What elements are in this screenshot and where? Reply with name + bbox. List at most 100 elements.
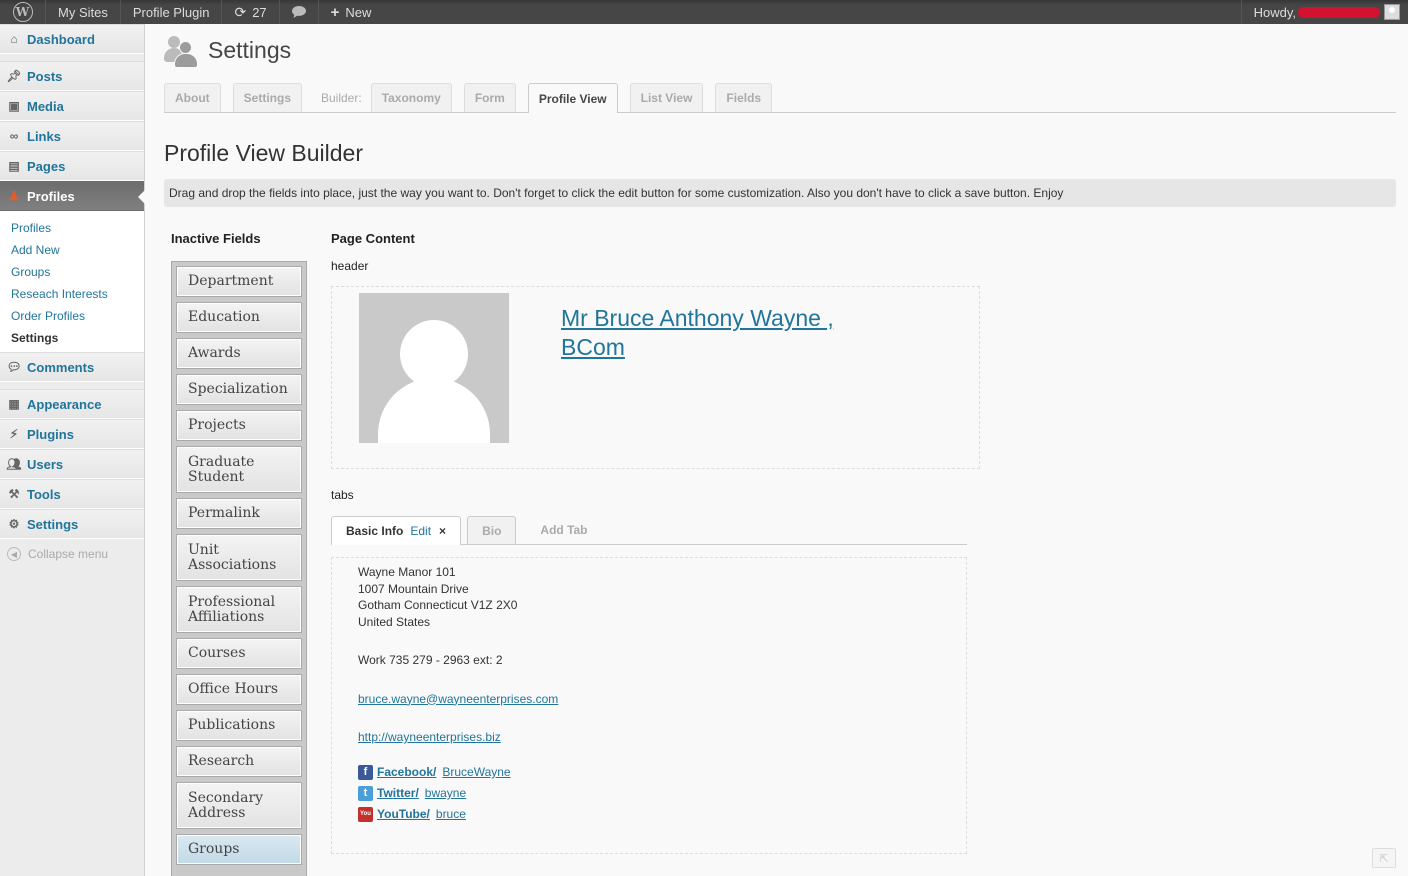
- comments-menu[interactable]: [280, 0, 319, 24]
- settings-icon: ⚙︎: [8, 517, 20, 531]
- draggable-field-awards[interactable]: Awards: [177, 339, 301, 368]
- draggable-field-permalink[interactable]: Permalink: [177, 499, 301, 528]
- menu-pages[interactable]: ▤ Pages: [0, 151, 144, 181]
- draggable-field-specialization[interactable]: Specialization: [177, 375, 301, 404]
- new-label: New: [345, 4, 372, 20]
- collapse-menu-button[interactable]: ◀ Collapse menu: [0, 539, 144, 569]
- link-icon: ∞: [9, 129, 19, 143]
- menu-posts[interactable]: 📌︎ Posts: [0, 61, 144, 91]
- twitter-link[interactable]: Twitter/: [377, 786, 419, 800]
- submenu-add-new[interactable]: Add New: [0, 239, 144, 261]
- menu-dashboard[interactable]: ⌂ Dashboard: [0, 24, 144, 54]
- website-link[interactable]: http://wayneenterprises.biz: [358, 730, 501, 744]
- collapse-arrow-icon: ◀: [7, 547, 21, 561]
- profile-person-icon: ♟: [8, 189, 20, 203]
- draggable-field-courses[interactable]: Courses: [177, 639, 301, 668]
- submenu-groups[interactable]: Groups: [0, 261, 144, 283]
- redacted-username: [1298, 6, 1380, 18]
- wordpress-icon: W: [12, 2, 33, 22]
- menu-links[interactable]: ∞ Links: [0, 121, 144, 151]
- updates-menu[interactable]: ⟳ 27: [222, 0, 280, 24]
- youtube-icon: You: [358, 806, 373, 822]
- site-name-menu[interactable]: Profile Plugin: [121, 0, 223, 24]
- menu-comments[interactable]: 💬︎ Comments: [0, 352, 144, 382]
- draggable-field-office-hours[interactable]: Office Hours: [177, 675, 301, 704]
- address-line: 1007 Mountain Drive: [358, 581, 469, 596]
- youtube-username-link[interactable]: bruce: [436, 807, 466, 821]
- facebook-username-link[interactable]: BruceWayne: [442, 765, 510, 779]
- tab-settings[interactable]: Settings: [232, 83, 302, 112]
- header-drop-area[interactable]: Mr Bruce Anthony Wayne , BCom: [331, 286, 980, 469]
- twitter-username-link[interactable]: bwayne: [425, 786, 466, 800]
- submenu-profiles[interactable]: Profiles: [0, 217, 144, 239]
- submenu-settings[interactable]: Settings: [0, 327, 144, 349]
- draggable-field-projects[interactable]: Projects: [177, 411, 301, 440]
- media-icon: ▣: [8, 99, 20, 113]
- profile-tab-bio[interactable]: Bio: [467, 516, 517, 544]
- menu-plugins[interactable]: ⚡︎ Plugins: [0, 419, 144, 449]
- pages-icon: ▤: [8, 159, 20, 173]
- menu-appearance[interactable]: ▦ Appearance: [0, 389, 144, 419]
- close-icon[interactable]: ×: [439, 524, 446, 538]
- tab-form[interactable]: Form: [463, 83, 516, 112]
- comment-bubble-icon: [291, 6, 306, 18]
- draggable-field-secondary-address[interactable]: Secondary Address: [177, 783, 301, 828]
- comment-icon: 💬︎: [6, 360, 22, 374]
- basic-info-drop-area[interactable]: Wayne Manor 101 1007 Mountain Drive Goth…: [331, 557, 967, 854]
- plugin-icon: ⚡︎: [9, 427, 19, 441]
- new-content-menu[interactable]: + New: [319, 0, 384, 24]
- howdy-text: Howdy,: [1253, 4, 1296, 20]
- main-content: Settings About Settings Builder: Taxonom…: [164, 24, 1396, 876]
- inactive-fields-list: Department Education Awards Specializati…: [171, 261, 307, 876]
- my-sites-menu[interactable]: My Sites: [46, 0, 121, 24]
- address-line: Gotham Connecticut V1Z 2X0: [358, 598, 518, 612]
- tab-profile-view[interactable]: Profile View: [527, 83, 618, 113]
- twitter-entry: t Twitter/ bwayne: [358, 783, 940, 804]
- draggable-field-professional-affiliations[interactable]: Professional Affiliations: [177, 587, 301, 632]
- tools-icon: ⚒︎: [8, 487, 20, 501]
- draggable-field-groups[interactable]: Groups: [177, 835, 301, 864]
- submenu-research-interests[interactable]: Reseach Interests: [0, 283, 144, 305]
- profile-tab-basic-info[interactable]: Basic Info Edit ×: [331, 516, 462, 545]
- profile-name-link[interactable]: Mr Bruce Anthony Wayne , BCom: [561, 304, 871, 362]
- email-link[interactable]: bruce.wayne@wayneenterprises.com: [358, 692, 558, 706]
- youtube-link[interactable]: YouTube/: [377, 807, 430, 821]
- tab-list-view[interactable]: List View: [629, 83, 704, 112]
- menu-tools[interactable]: ⚒︎ Tools: [0, 479, 144, 509]
- twitter-icon: t: [358, 785, 373, 801]
- tab-about[interactable]: About: [164, 83, 221, 112]
- menu-profiles[interactable]: ♟ Profiles: [0, 181, 145, 211]
- menu-media[interactable]: ▣ Media: [0, 91, 144, 121]
- draggable-field-education[interactable]: Education: [177, 303, 301, 332]
- tabs-area-label: tabs: [331, 488, 354, 502]
- pushpin-icon: 📌︎: [6, 69, 22, 83]
- page-content-title: Page Content: [331, 231, 415, 246]
- admin-sidebar: ⌂ Dashboard 📌︎ Posts ▣ Media ∞ Links ▤ Pages …: [0, 24, 145, 876]
- facebook-link[interactable]: Facebook/: [377, 765, 436, 779]
- tab-fields[interactable]: Fields: [715, 83, 773, 112]
- page-content-column: Page Content header Mr Bruce Anthony Way…: [331, 229, 981, 854]
- menu-settings[interactable]: ⚙︎ Settings: [0, 509, 144, 539]
- draggable-field-publications[interactable]: Publications: [177, 711, 301, 740]
- builder-label: Builder:: [321, 90, 362, 105]
- page-header: Settings: [164, 24, 1396, 76]
- draggable-field-graduate-student[interactable]: Graduate Student: [177, 447, 301, 492]
- draggable-field-unit-associations[interactable]: Unit Associations: [177, 535, 301, 580]
- edit-tab-link[interactable]: Edit: [410, 524, 431, 538]
- account-menu[interactable]: Howdy,: [1240, 0, 1408, 24]
- updates-count: 27: [252, 4, 267, 20]
- profile-photo-placeholder: [359, 293, 509, 443]
- wordpress-logo[interactable]: W: [0, 0, 46, 24]
- header-area-label: header: [331, 259, 369, 273]
- refresh-icon: ⟳: [234, 3, 247, 20]
- add-tab-button[interactable]: Add Tab: [522, 516, 587, 544]
- draggable-field-research[interactable]: Research: [177, 747, 301, 776]
- share-icon[interactable]: ⇱: [1372, 848, 1396, 868]
- profiles-submenu: Profiles Add New Groups Reseach Interest…: [0, 211, 144, 352]
- menu-users[interactable]: 👥︎ Users: [0, 449, 144, 479]
- users-icon: 👥︎: [6, 457, 22, 471]
- address-line: United States: [358, 614, 431, 629]
- submenu-order-profiles[interactable]: Order Profiles: [0, 305, 144, 327]
- draggable-field-department[interactable]: Department: [177, 267, 301, 296]
- tab-taxonomy[interactable]: Taxonomy: [370, 83, 452, 112]
